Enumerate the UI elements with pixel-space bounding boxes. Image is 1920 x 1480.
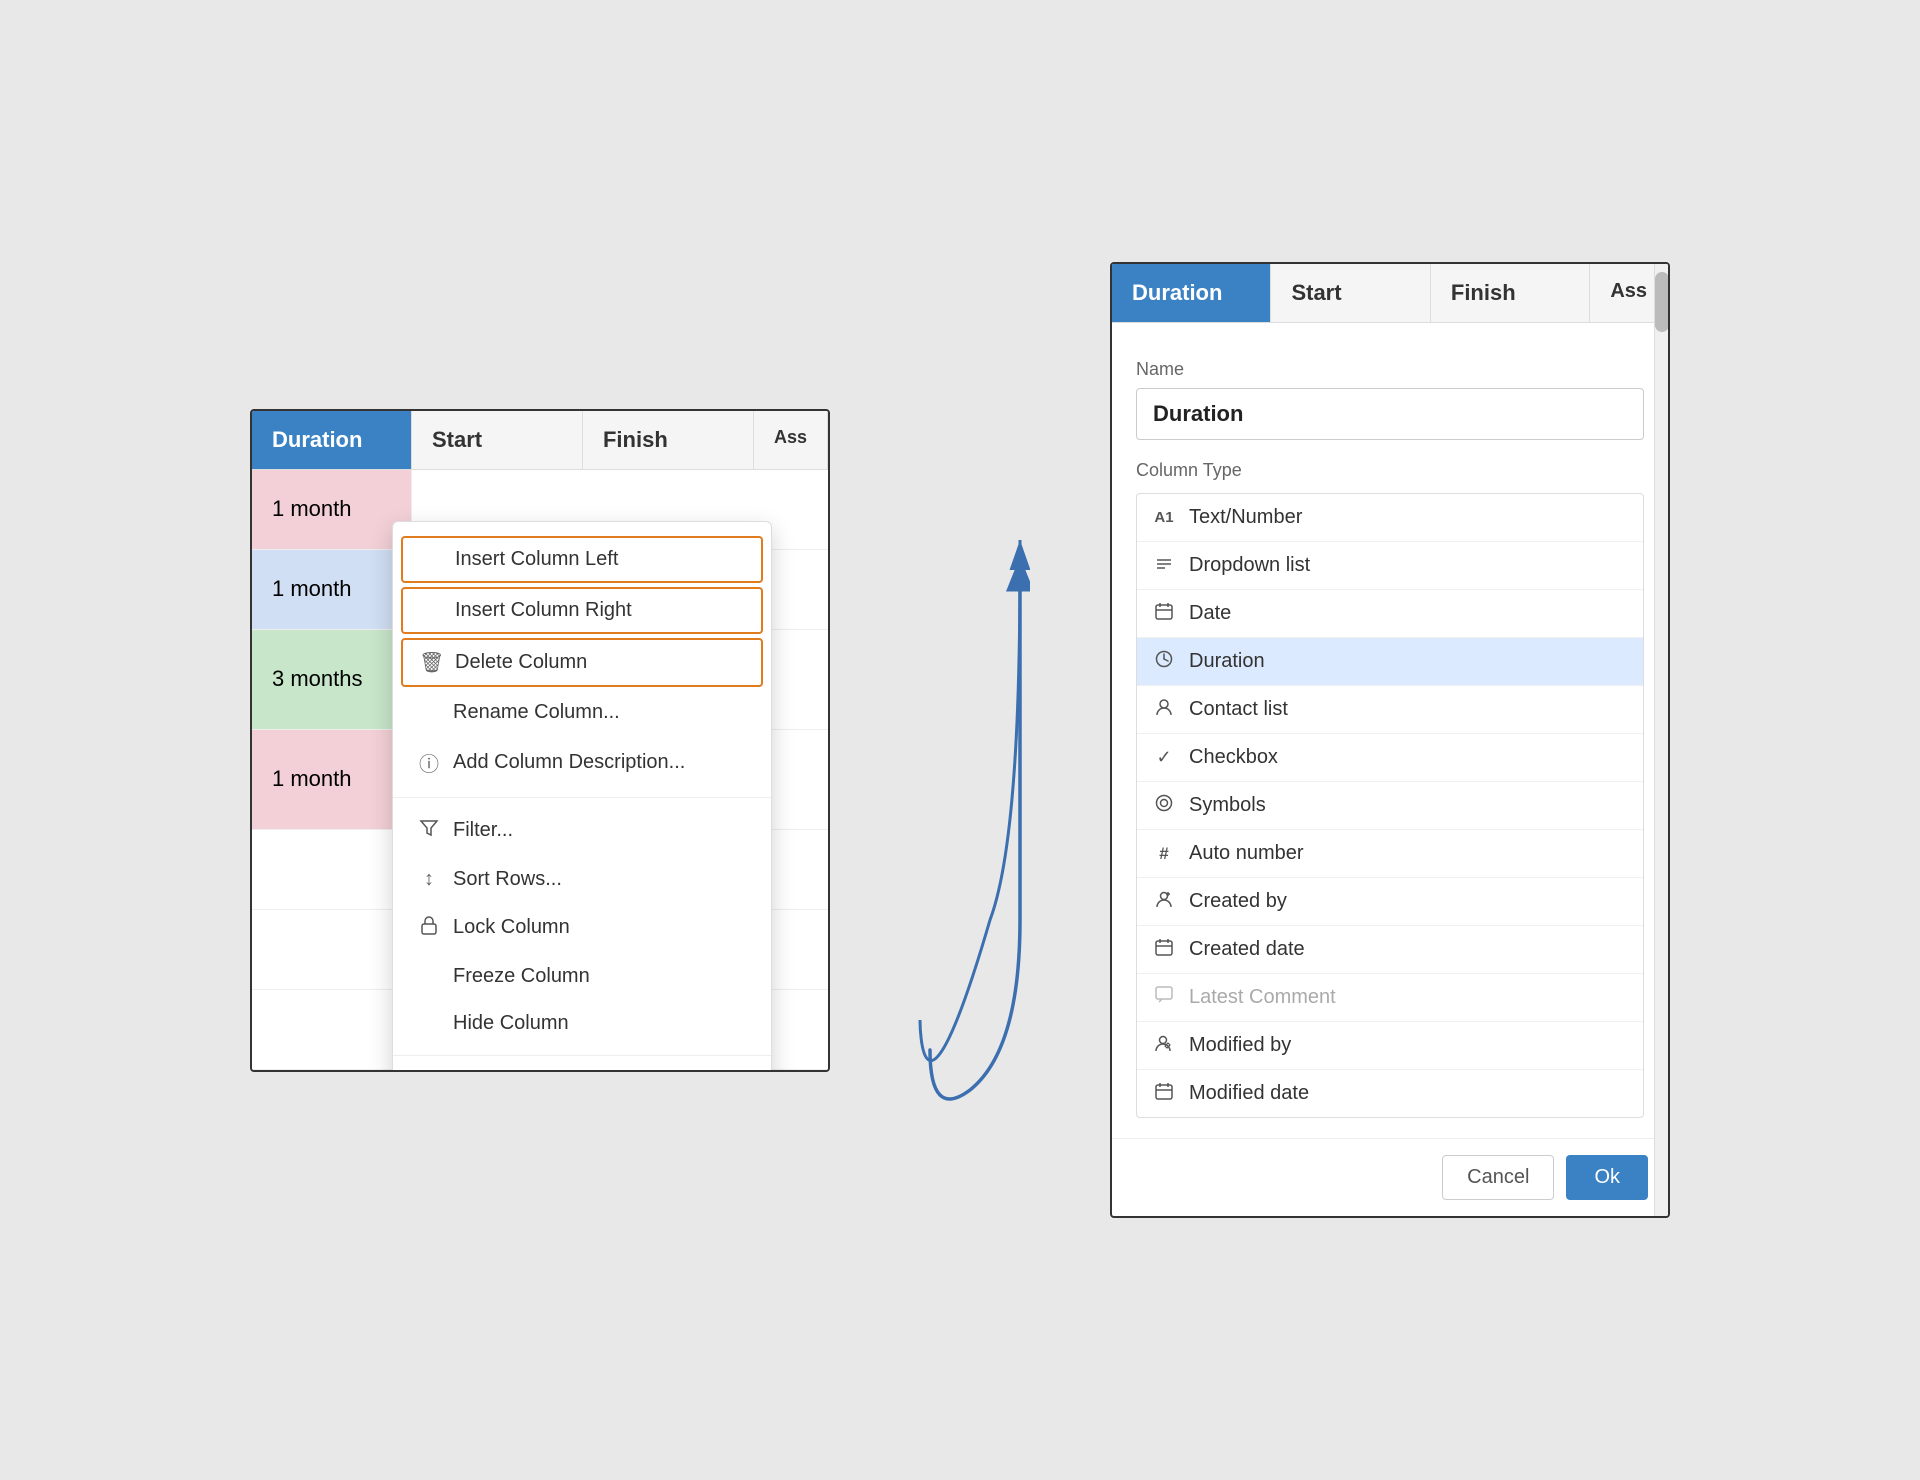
empty-cell: [252, 990, 412, 1069]
lock-icon: [417, 915, 441, 941]
type-dropdown[interactable]: Dropdown list: [1137, 542, 1643, 590]
comment-icon: [1153, 986, 1175, 1009]
table-header: Duration Start Finish Ass: [252, 411, 828, 470]
filter-icon: [417, 818, 441, 844]
duration-icon: [1153, 650, 1175, 673]
modified-date-icon: [1153, 1082, 1175, 1105]
right-panel: Duration Start Finish Ass Name Column Ty…: [1110, 262, 1670, 1218]
menu-item-hide-col[interactable]: Hide Column: [393, 1000, 771, 1047]
auto-number-icon: #: [1153, 844, 1175, 864]
info-icon: ⓘ: [417, 748, 441, 777]
type-checkbox[interactable]: ✓ Checkbox: [1137, 734, 1643, 782]
right-header: Duration Start Finish Ass: [1112, 264, 1668, 323]
modified-by-icon: [1153, 1034, 1175, 1057]
text-number-icon: A1: [1153, 509, 1175, 526]
symbols-icon: [1153, 794, 1175, 817]
column-type-list: A1 Text/Number Dropdown list Date: [1136, 493, 1644, 1118]
context-menu: Insert Column Left Insert Column Right 🗑…: [392, 521, 772, 1072]
arrow-connector: [910, 340, 1030, 1140]
right-col-start[interactable]: Start: [1271, 264, 1430, 322]
type-text-number[interactable]: A1 Text/Number: [1137, 494, 1643, 542]
duration-cell-3: 1 month: [252, 730, 412, 829]
ok-button[interactable]: Ok: [1566, 1155, 1648, 1200]
type-modified-date[interactable]: Modified date: [1137, 1070, 1643, 1117]
col-header-start[interactable]: Start: [412, 411, 583, 469]
contact-icon: [1153, 698, 1175, 721]
menu-item-filter[interactable]: Filter...: [393, 806, 771, 856]
type-auto-number[interactable]: # Auto number: [1137, 830, 1643, 878]
col-header-finish[interactable]: Finish: [583, 411, 754, 469]
created-date-icon: [1153, 938, 1175, 961]
column-type-label: Column Type: [1136, 460, 1644, 481]
col-header-assign[interactable]: Ass: [754, 411, 828, 469]
type-created-date[interactable]: Created date: [1137, 926, 1643, 974]
curved-arrow: [910, 340, 1030, 1140]
right-body: Name Column Type A1 Text/Number Dropdown…: [1112, 323, 1668, 1138]
menu-item-sort-rows[interactable]: ↕ Sort Rows...: [393, 856, 771, 903]
col-header-duration[interactable]: Duration: [252, 411, 412, 469]
menu-item-insert-col-left[interactable]: Insert Column Left: [401, 536, 763, 583]
dropdown-icon: [1153, 555, 1175, 576]
type-contact[interactable]: Contact list: [1137, 686, 1643, 734]
type-latest-comment: Latest Comment: [1137, 974, 1643, 1022]
type-modified-by[interactable]: Modified by: [1137, 1022, 1643, 1070]
type-date[interactable]: Date: [1137, 590, 1643, 638]
menu-item-close-gantt[interactable]: Close Gantt: [393, 1064, 771, 1072]
menu-item-insert-col-right[interactable]: Insert Column Right: [401, 587, 763, 634]
menu-item-freeze-col[interactable]: Freeze Column: [393, 953, 771, 1000]
menu-item-delete-col[interactable]: 🗑 Delete Column: [401, 638, 763, 687]
duration-cell-2: 3 months: [252, 630, 412, 729]
empty-cell: [252, 910, 412, 989]
menu-item-lock-col[interactable]: Lock Column: [393, 903, 771, 953]
sort-icon: ↕: [417, 868, 441, 891]
name-input[interactable]: [1136, 388, 1644, 440]
name-label: Name: [1136, 359, 1644, 380]
cancel-button[interactable]: Cancel: [1442, 1155, 1554, 1200]
duration-cell-0: 1 month: [252, 470, 412, 549]
right-col-finish[interactable]: Finish: [1431, 264, 1590, 322]
menu-separator-2: [393, 1055, 771, 1056]
created-by-icon: [1153, 890, 1175, 913]
trash-icon: 🗑: [419, 650, 443, 675]
right-col-duration[interactable]: Duration: [1112, 264, 1271, 322]
menu-item-rename-col[interactable]: Rename Column...: [393, 689, 771, 736]
scrollbar-track[interactable]: [1654, 264, 1668, 1216]
checkbox-icon: ✓: [1153, 747, 1175, 768]
menu-separator: [393, 797, 771, 798]
date-icon: [1153, 602, 1175, 625]
menu-item-add-description[interactable]: ⓘ Add Column Description...: [393, 736, 771, 789]
scrollbar-thumb[interactable]: [1655, 272, 1669, 332]
type-symbols[interactable]: Symbols: [1137, 782, 1643, 830]
duration-cell-1: 1 month: [252, 550, 412, 629]
empty-cell: [252, 830, 412, 909]
right-footer: Cancel Ok: [1112, 1138, 1668, 1216]
type-created-by[interactable]: Created by: [1137, 878, 1643, 926]
left-panel: Duration Start Finish Ass 1 month 1 mont…: [250, 409, 830, 1072]
type-duration[interactable]: Duration: [1137, 638, 1643, 686]
